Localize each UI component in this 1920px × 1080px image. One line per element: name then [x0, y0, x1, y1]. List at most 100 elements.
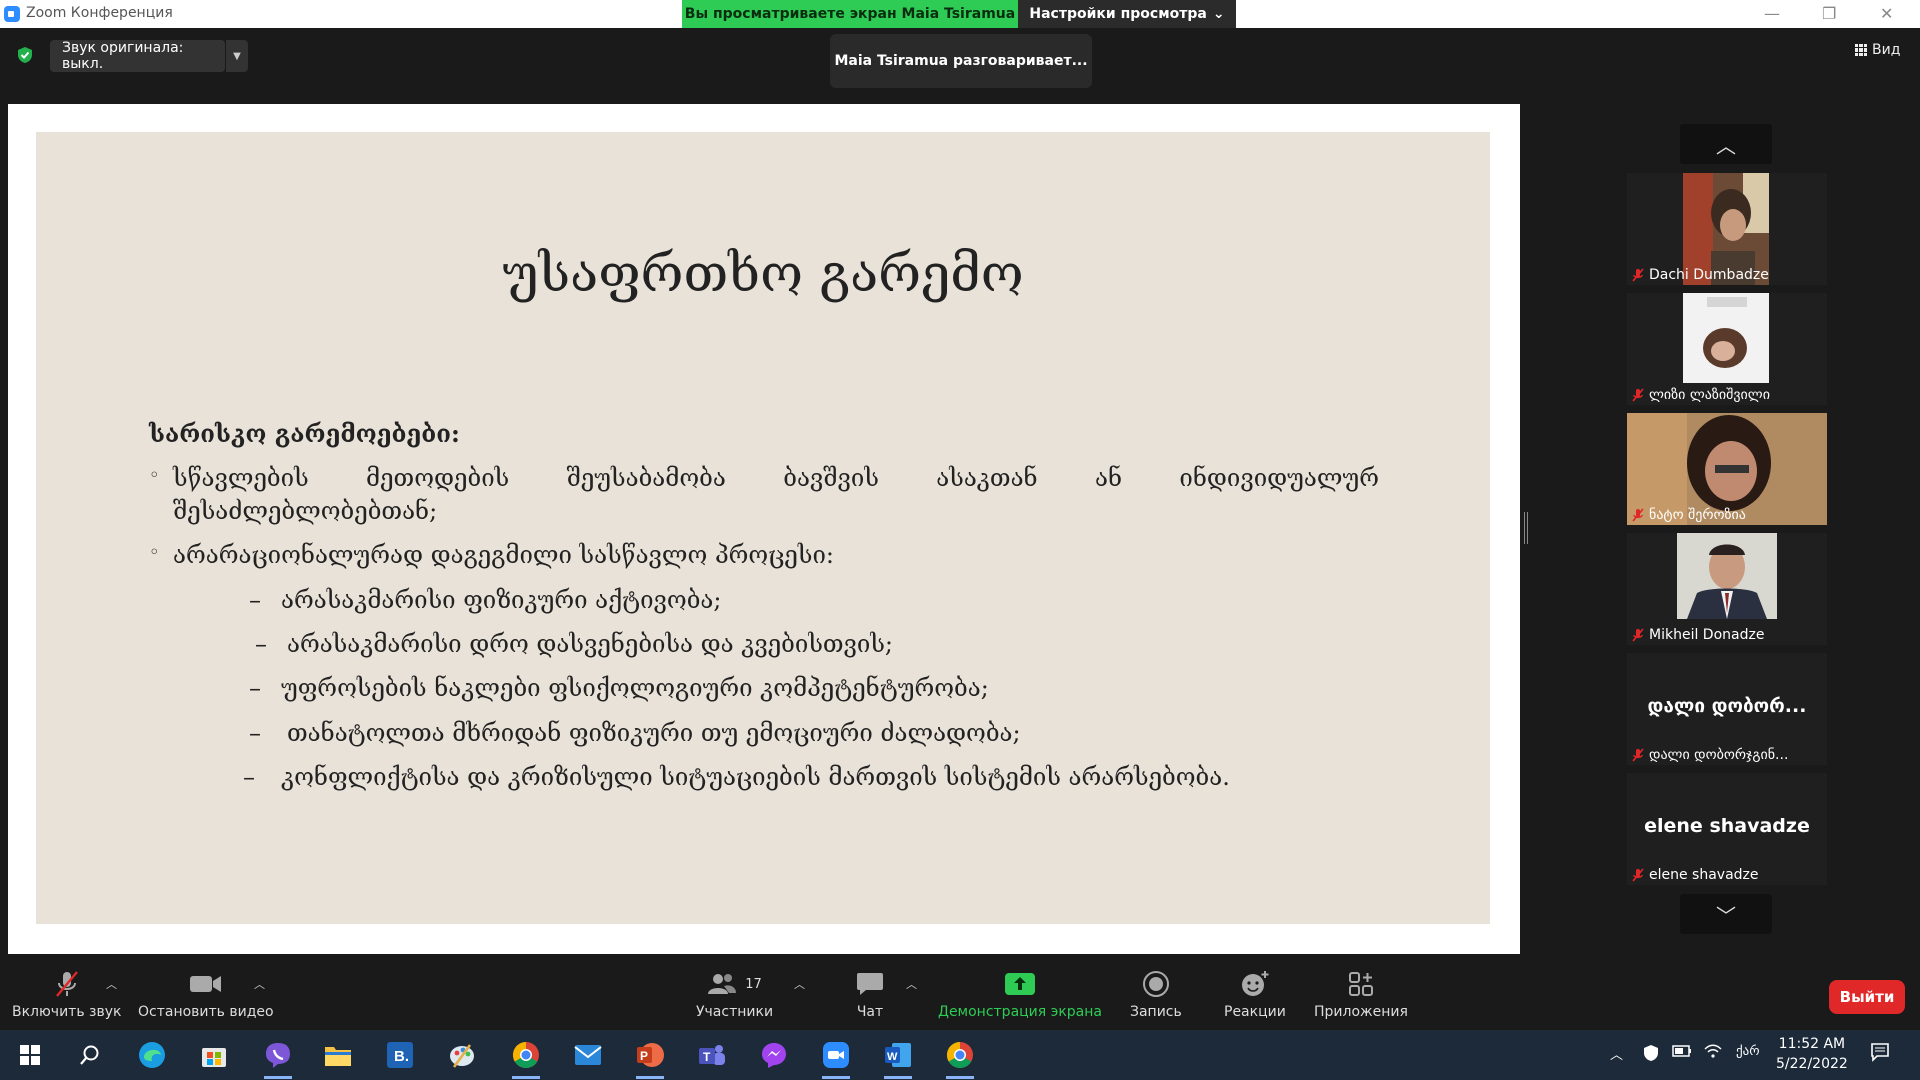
- wifi-icon[interactable]: [1704, 1044, 1722, 1064]
- mic-muted-icon: [1632, 268, 1644, 282]
- participant-tile[interactable]: დალი დობორ... დალი დობორჯგინ...: [1627, 653, 1827, 765]
- presentation-slide: უსაფრთხო გარემო სარისკო გარემოებები: ◦ ს…: [36, 132, 1490, 924]
- original-sound-button[interactable]: Звук оригинала: выкл.: [50, 40, 225, 72]
- restore-icon[interactable]: ❐: [1822, 4, 1836, 23]
- participant-tile[interactable]: elene shavadze elene shavadze: [1627, 773, 1827, 885]
- encryption-shield-icon[interactable]: [16, 46, 34, 64]
- taskbar-clock[interactable]: 11:52 AM 5/22/2022: [1776, 1034, 1848, 1074]
- apps-button[interactable]: Приложения: [1314, 970, 1408, 1020]
- svg-text:W: W: [887, 1051, 898, 1063]
- participant-tile[interactable]: ლიზი ლაზიშვილი: [1627, 293, 1827, 405]
- slide-heading: სარისკო გარემოებები:: [149, 419, 460, 448]
- battery-icon[interactable]: [1672, 1044, 1692, 1062]
- view-settings-label: Настройки просмотра: [1029, 6, 1207, 22]
- chevron-down-icon: ⌄: [1212, 6, 1225, 22]
- ms-store-icon[interactable]: [198, 1039, 230, 1071]
- bullet-text: არარაციონალურად დაგეგმილი სასწავლო პროცე…: [173, 541, 834, 570]
- participant-name-label: Dachi Dumbadze: [1631, 267, 1769, 283]
- sub-item-text: კონფლიქტისა და კრიზისული სიტუაციების მარ…: [281, 763, 1230, 792]
- svg-text:P: P: [640, 1049, 648, 1063]
- zoom-taskbar-icon[interactable]: [820, 1039, 852, 1079]
- gallery-scroll-up-button[interactable]: ︿: [1680, 124, 1772, 164]
- original-sound-dropdown[interactable]: ▼: [226, 40, 248, 72]
- grid-icon: [1855, 44, 1867, 56]
- tray-expand-icon[interactable]: ︿: [1610, 1044, 1623, 1063]
- active-speaker-label: Maia Tsiramua разговаривает...: [830, 34, 1092, 88]
- share-screen-button[interactable]: Демонстрация экрана: [938, 970, 1102, 1020]
- notifications-icon[interactable]: [1870, 1042, 1890, 1066]
- participants-icon: [708, 974, 737, 994]
- window-titlebar: Zoom Конференция Вы просматриваете экран…: [0, 0, 1920, 28]
- file-explorer-icon[interactable]: [322, 1039, 354, 1071]
- mic-muted-icon: [1632, 628, 1644, 642]
- close-icon[interactable]: ✕: [1880, 4, 1893, 23]
- participant-name-label: დალი დობორჯგინ...: [1631, 747, 1788, 763]
- video-options-caret[interactable]: ︿: [254, 976, 265, 992]
- share-screen-icon: [1005, 973, 1035, 995]
- sub-list-item: – არასაკმარისი დრო დასვენებისა და კვებისთ…: [255, 628, 1379, 660]
- windows-start-icon[interactable]: [14, 1039, 46, 1071]
- mic-muted-icon: [1632, 748, 1644, 762]
- screen-share-banner: Вы просматриваете экран Maia Tsiramua На…: [682, 0, 1236, 28]
- viewing-screen-label: Вы просматриваете экран Maia Tsiramua: [682, 0, 1018, 28]
- view-button[interactable]: Вид: [1855, 42, 1900, 58]
- minimize-icon[interactable]: —: [1764, 4, 1780, 23]
- caret-down-icon: ▼: [233, 50, 241, 62]
- participant-name-label: elene shavadze: [1631, 867, 1759, 883]
- participants-button[interactable]: 17 Участники: [696, 970, 773, 1020]
- security-tray-icon[interactable]: [1642, 1044, 1660, 1066]
- chrome-icon[interactable]: [510, 1039, 542, 1079]
- edge-browser-icon[interactable]: [136, 1039, 168, 1071]
- windows-taskbar: B. P T W ︿ ქარ 11:52 AM 5/22/2022: [0, 1030, 1920, 1080]
- booking-icon[interactable]: B.: [384, 1039, 416, 1071]
- gallery-scroll-down-button[interactable]: ﹀: [1680, 894, 1772, 934]
- mail-icon[interactable]: [572, 1039, 604, 1071]
- chrome-icon[interactable]: [944, 1039, 976, 1079]
- apps-icon: [1348, 972, 1373, 996]
- sub-item-text: არასაკმარისი ფიზიკური აქტივობა;: [281, 585, 722, 614]
- chat-button[interactable]: Чат: [856, 970, 884, 1020]
- clock-date: 5/22/2022: [1776, 1056, 1848, 1072]
- mic-muted-icon: [1632, 388, 1644, 402]
- record-button[interactable]: Запись: [1130, 970, 1182, 1020]
- leave-meeting-button[interactable]: Выйти: [1829, 980, 1905, 1014]
- slide-title: უსაფრთხო გარემო: [502, 244, 1024, 304]
- sub-list: – არასაკმარისი ფიზიკური აქტივობა; – არასაკ…: [243, 584, 1379, 794]
- mic-muted-icon: [1632, 868, 1644, 882]
- view-label: Вид: [1872, 42, 1901, 58]
- audio-options-caret[interactable]: ︿: [106, 976, 117, 992]
- chevron-up-icon: ︿: [1716, 133, 1736, 158]
- word-icon[interactable]: W: [882, 1039, 914, 1079]
- sub-list-item: – კონფლიქტისა და კრიზისული სიტუაციების მა…: [243, 761, 1379, 793]
- input-language[interactable]: ქარ: [1736, 1044, 1760, 1059]
- resize-handle[interactable]: [1524, 512, 1528, 544]
- messenger-icon[interactable]: [758, 1039, 790, 1071]
- zoom-app-icon: [4, 6, 20, 22]
- participants-options-caret[interactable]: ︿: [794, 976, 805, 992]
- participant-display-name: დალი დობორ...: [1647, 695, 1807, 717]
- mic-muted-icon: [55, 971, 78, 997]
- shared-screen: უსაფრთხო გარემო სარისკო გარემოებები: ◦ ს…: [8, 104, 1520, 954]
- sub-item-text: უფროსების ნაკლები ფსიქოლოგიური კომპეტენტ…: [281, 674, 989, 703]
- record-icon: [1142, 971, 1169, 997]
- reactions-button[interactable]: Реакции: [1224, 970, 1286, 1020]
- search-icon[interactable]: [74, 1039, 106, 1071]
- video-camera-icon: [189, 976, 221, 992]
- view-settings-button[interactable]: Настройки просмотра ⌄: [1018, 0, 1236, 28]
- sub-item-text: თანატოლთა მხრიდან ფიზიკური თუ ემოციური ძ…: [287, 718, 1021, 747]
- sub-list-item: – თანატოლთა მხრიდან ფიზიკური თუ ემოციური …: [249, 717, 1379, 749]
- participants-count: 17: [745, 976, 762, 992]
- viber-icon[interactable]: [262, 1039, 294, 1079]
- participant-video: [1677, 533, 1777, 619]
- teams-icon[interactable]: T: [696, 1039, 728, 1071]
- chat-options-caret[interactable]: ︿: [906, 976, 917, 992]
- participant-tile[interactable]: Mikheil Donadze: [1627, 533, 1827, 645]
- participant-name-label: Mikheil Donadze: [1631, 627, 1764, 643]
- meeting-controls-bar: Включить звук ︿ Остановить видео ︿ 17 Уч…: [0, 954, 1920, 1030]
- chevron-down-icon: ﹀: [1716, 903, 1736, 928]
- powerpoint-icon[interactable]: P: [634, 1039, 666, 1079]
- participant-tile[interactable]: Dachi Dumbadze: [1627, 173, 1827, 285]
- window-title: Zoom Конференция: [26, 5, 173, 21]
- participant-tile[interactable]: ნატო შეროზია: [1627, 413, 1827, 525]
- paint-icon[interactable]: [446, 1039, 478, 1071]
